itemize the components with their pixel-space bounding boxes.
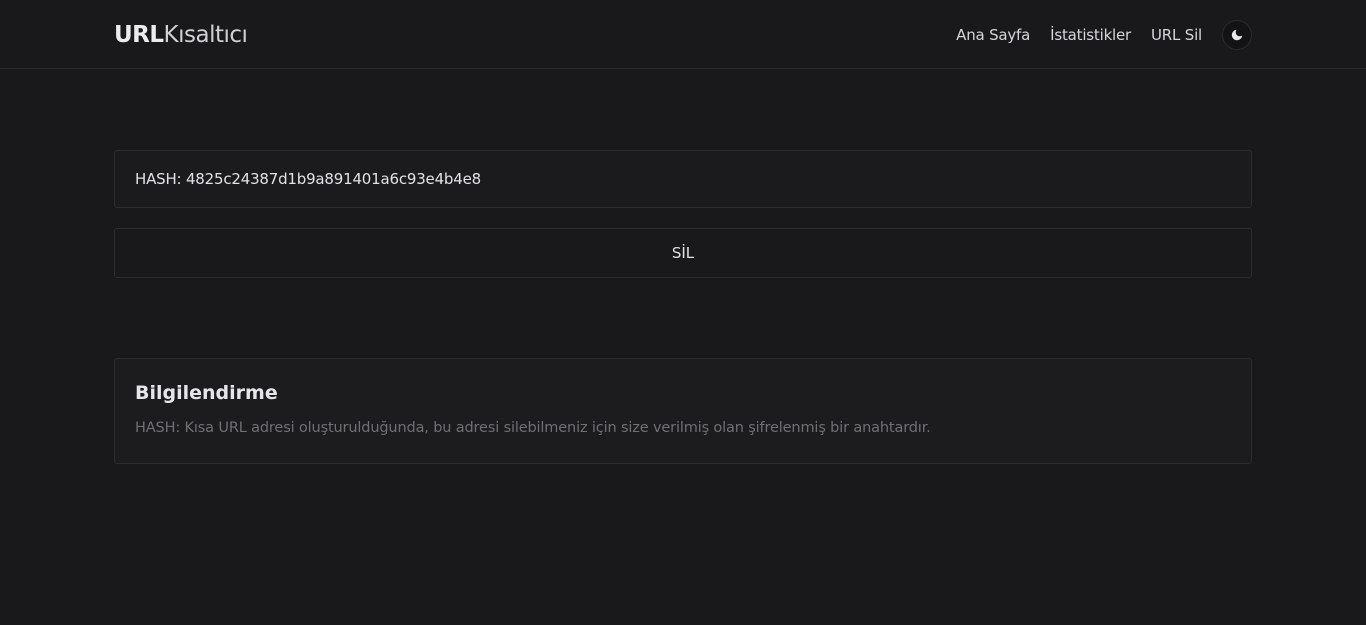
hash-value: HASH: 4825c24387d1b9a891401a6c93e4b4e8 (135, 170, 481, 188)
info-title: Bilgilendirme (135, 382, 278, 404)
delete-button[interactable]: SİL (114, 228, 1252, 278)
nav-menu: Ana Sayfa İstatistikler URL Sil (956, 20, 1252, 50)
top-navbar: URLKısaltıcı Ana Sayfa İstatistikler URL… (0, 0, 1366, 69)
brand-logo[interactable]: URLKısaltıcı (114, 20, 248, 50)
nav-home-link[interactable]: Ana Sayfa (956, 20, 1030, 50)
info-card: Bilgilendirme HASH: Kısa URL adresi oluş… (114, 358, 1252, 464)
brand-light-text: Kısaltıcı (163, 22, 248, 48)
nav-delete-url-link[interactable]: URL Sil (1151, 20, 1202, 50)
nav-stats-link[interactable]: İstatistikler (1050, 20, 1131, 50)
moon-icon (1231, 29, 1243, 41)
info-text: HASH: Kısa URL adresi oluşturulduğunda, … (135, 420, 931, 436)
brand-bold-text: URL (114, 22, 164, 48)
hash-display-field[interactable]: HASH: 4825c24387d1b9a891401a6c93e4b4e8 (114, 150, 1252, 208)
theme-toggle-button[interactable] (1222, 20, 1252, 50)
